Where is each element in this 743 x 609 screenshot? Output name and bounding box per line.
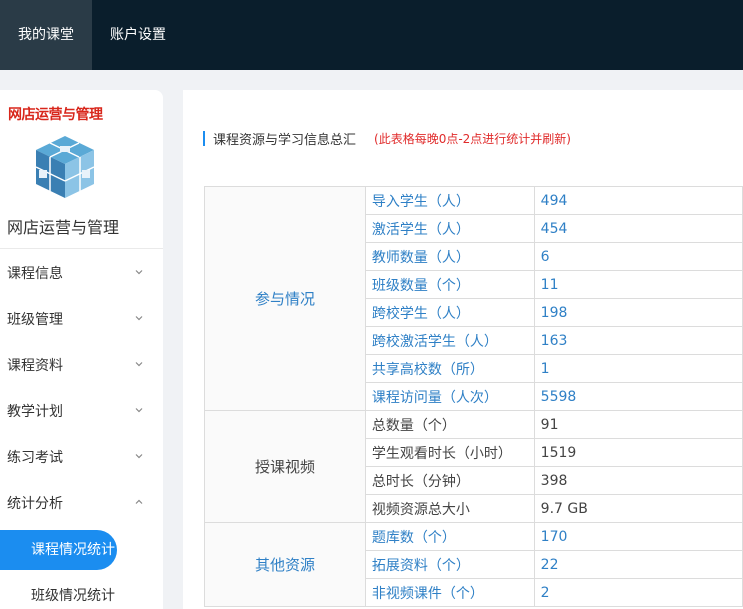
row-label: 题库数（个） <box>364 522 535 551</box>
menu-practice-exams[interactable]: 练习考试 <box>0 434 163 480</box>
chevron-down-icon <box>135 316 143 321</box>
menu-label: 练习考试 <box>7 450 63 466</box>
row-label: 拓展资料（个） <box>364 550 535 579</box>
main-content: 课程资源与学习信息总汇 (此表格每晚0点-2点进行统计并刷新) 参与情况 导入学… <box>183 90 743 609</box>
row-value: 22 <box>533 550 743 579</box>
section-title: 课程资源与学习信息总汇 <box>213 132 357 148</box>
row-value: 170 <box>533 522 743 551</box>
logo-title: 网店运营与管理 <box>8 107 103 123</box>
menu-course-materials[interactable]: 课程资料 <box>0 342 163 388</box>
chevron-down-icon <box>135 454 143 459</box>
menu-label: 课程资料 <box>7 358 63 374</box>
row-value: 91 <box>533 410 743 439</box>
table-row: 授课视频 总数量（个） 91 <box>204 410 743 523</box>
row-label: 总数量（个） <box>364 410 535 439</box>
table-row: 其他资源 题库数（个） 170 <box>204 522 743 607</box>
section-header: 课程资源与学习信息总汇 (此表格每晚0点-2点进行统计并刷新) <box>203 130 571 148</box>
chevron-down-icon <box>135 408 143 413</box>
chevron-up-icon <box>135 499 143 504</box>
row-label: 跨校激活学生（人） <box>364 326 535 355</box>
menu-teaching-plan[interactable]: 教学计划 <box>0 388 163 434</box>
menu-label: 教学计划 <box>7 404 63 420</box>
row-value: 494 <box>533 186 743 215</box>
course-name: 网店运营与管理 <box>7 218 120 237</box>
row-value: 2 <box>533 578 743 607</box>
row-label: 非视频课件（个） <box>364 578 535 607</box>
row-value: 398 <box>533 466 743 495</box>
menu-label: 统计分析 <box>7 496 63 512</box>
sidebar-divider <box>0 248 163 249</box>
category-cell: 其他资源 <box>204 522 366 607</box>
row-value: 9.7 GB <box>533 494 743 523</box>
cube-logo-icon <box>35 136 95 198</box>
row-label: 总时长（分钟） <box>364 466 535 495</box>
row-label: 视频资源总大小 <box>364 494 535 523</box>
nav-my-classroom[interactable]: 我的课堂 <box>0 0 92 70</box>
row-value: 454 <box>533 214 743 243</box>
menu-course-info[interactable]: 课程信息 <box>0 250 163 296</box>
row-value: 5598 <box>533 382 743 411</box>
menu-statistics[interactable]: 统计分析 <box>0 480 163 526</box>
row-label: 学生观看时长（小时） <box>364 438 535 467</box>
row-label: 班级数量（个） <box>364 270 535 299</box>
course-logo: 网店运营与管理 <box>8 104 120 204</box>
stats-table: 参与情况 导入学生（人） 494 激活学生（人） 454 教师数量（人） 6 班… <box>204 186 743 607</box>
category-cell: 授课视频 <box>204 410 366 523</box>
row-label: 激活学生（人） <box>364 214 535 243</box>
top-navigation: 我的课堂 账户设置 <box>0 0 743 70</box>
row-value: 1519 <box>533 438 743 467</box>
submenu-course-stats[interactable]: 课程情况统计 <box>0 530 117 570</box>
chevron-down-icon <box>135 362 143 367</box>
row-label: 导入学生（人） <box>364 186 535 215</box>
table-row: 参与情况 导入学生（人） 494 <box>204 186 743 411</box>
row-value: 198 <box>533 298 743 327</box>
row-value: 6 <box>533 242 743 271</box>
refresh-note: (此表格每晚0点-2点进行统计并刷新) <box>374 131 571 146</box>
submenu-class-stats[interactable]: 班级情况统计 <box>0 576 115 609</box>
row-label: 共享高校数（所） <box>364 354 535 383</box>
menu-label: 班级管理 <box>7 312 63 328</box>
chevron-down-icon <box>135 270 143 275</box>
row-label: 课程访问量（人次） <box>364 382 535 411</box>
menu-class-management[interactable]: 班级管理 <box>0 296 163 342</box>
row-label: 教师数量（人） <box>364 242 535 271</box>
row-label: 跨校学生（人） <box>364 298 535 327</box>
row-value: 1 <box>533 354 743 383</box>
sidebar: 网店运营与管理 网店运营与管理 课程信息 班级管理 课程资料 教学计划 练习考试… <box>0 90 163 609</box>
menu-label: 课程信息 <box>7 266 63 282</box>
section-accent-bar <box>203 130 205 146</box>
nav-account-settings[interactable]: 账户设置 <box>92 0 184 70</box>
row-value: 163 <box>533 326 743 355</box>
row-value: 11 <box>533 270 743 299</box>
category-cell: 参与情况 <box>204 186 366 411</box>
